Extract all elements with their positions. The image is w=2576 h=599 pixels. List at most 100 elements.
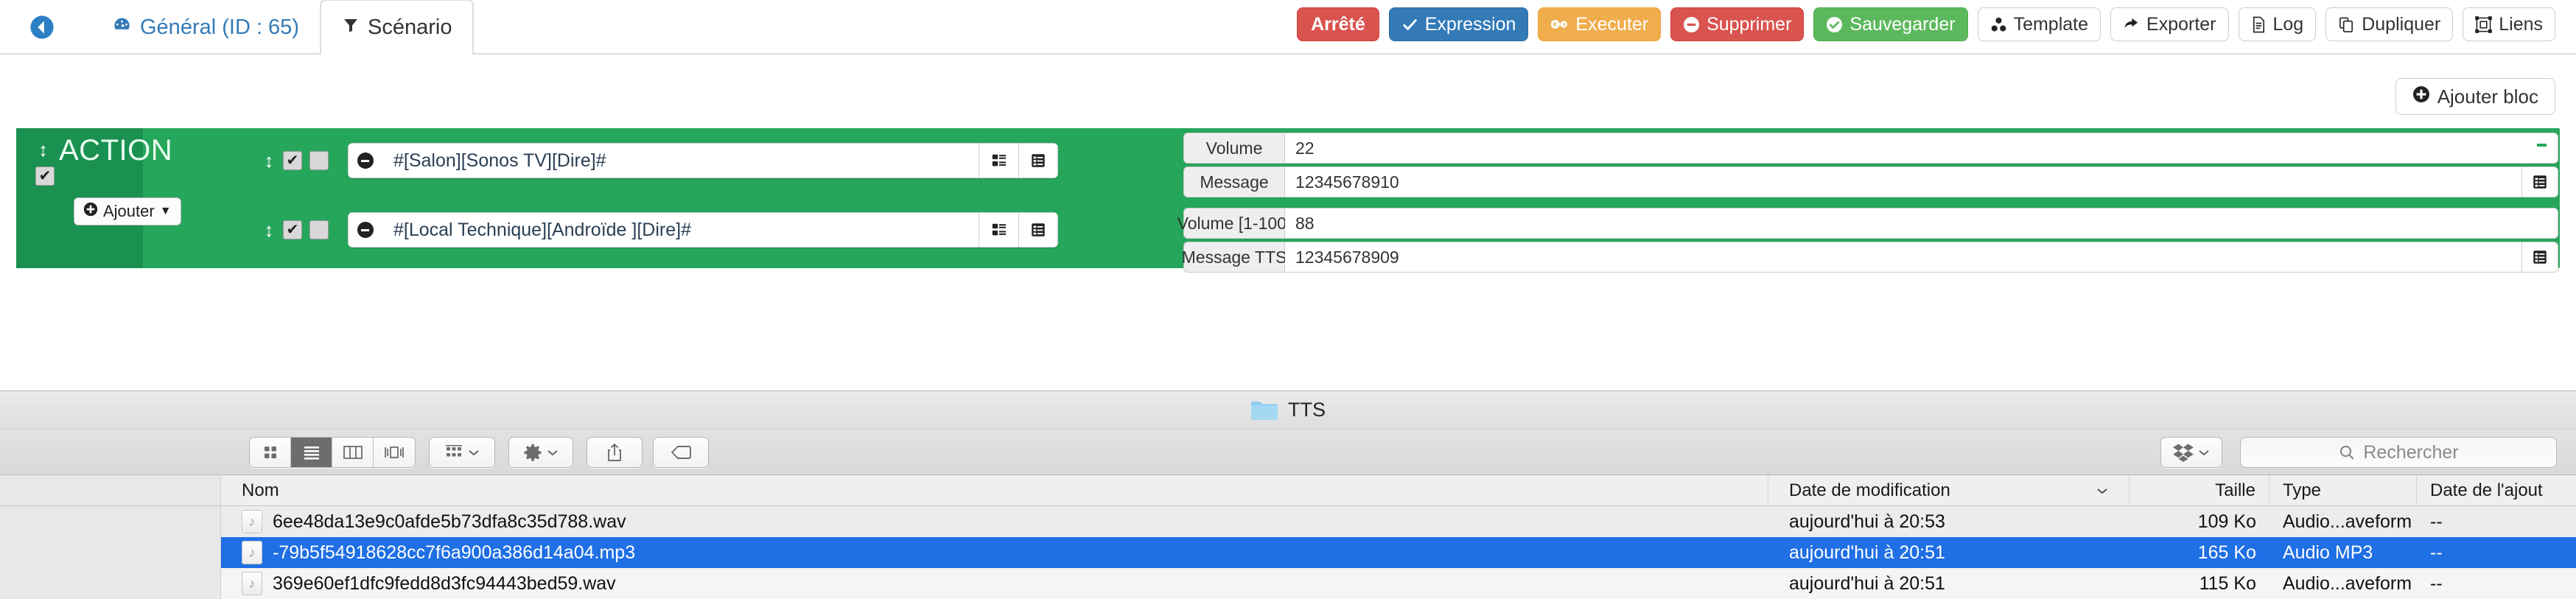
- links-button[interactable]: Liens: [2463, 7, 2555, 41]
- action-option-checkbox[interactable]: [309, 220, 329, 239]
- parameter-value-input[interactable]: 12345678909: [1285, 242, 2521, 273]
- row-gutter: [0, 537, 221, 568]
- tag-icon: [671, 446, 691, 459]
- file-modified: aujourd'hui à 20:51: [1789, 542, 1945, 563]
- column-header-size[interactable]: Taille: [2129, 474, 2269, 506]
- parameter-label: Message: [1183, 167, 1285, 197]
- tab-list: Général (ID : 65) Scénario: [29, 0, 475, 55]
- action-enable-checkbox[interactable]: ✔: [283, 220, 302, 239]
- status-badge-label: Arrêté: [1311, 13, 1365, 35]
- action-expression-input[interactable]: #[Salon][Sonos TV][Dire]#: [382, 143, 979, 178]
- row-gutter: [0, 506, 221, 537]
- chevron-down-icon: [469, 450, 479, 456]
- plus-circle-icon: [83, 202, 98, 221]
- action-option-checkbox[interactable]: [309, 151, 329, 170]
- action-remove-button[interactable]: [348, 143, 382, 178]
- grid-view-icon[interactable]: [250, 438, 291, 467]
- duplicate-button[interactable]: Dupliquer: [2325, 7, 2454, 41]
- table-row[interactable]: ♪ 6ee48da13e9c0afde5b73dfa8c35d788.wav a…: [0, 506, 2576, 537]
- action-parameters: Volume 22 Message 12345678910 Volume [1-…: [1177, 133, 2558, 279]
- template-button-label: Template: [2013, 13, 2089, 35]
- action-command-picker-button[interactable]: [979, 143, 1018, 178]
- file-name-cell: ♪ 369e60ef1dfc9fedd8d3fc94443bed59.wav: [221, 572, 1768, 595]
- file-modified: aujourd'hui à 20:51: [1789, 572, 1945, 594]
- column-header-type[interactable]: Type: [2269, 474, 2417, 506]
- expression-button-label: Expression: [1424, 13, 1516, 35]
- group-icon: [446, 445, 462, 457]
- column-header-added[interactable]: Date de l'ajout: [2417, 475, 2576, 506]
- export-button[interactable]: Exporter: [2110, 7, 2229, 41]
- file-name: 6ee48da13e9c0afde5b73dfa8c35d788.wav: [273, 511, 626, 532]
- action-command-picker-button[interactable]: [979, 212, 1018, 248]
- action-variable-picker-button[interactable]: [1018, 143, 1058, 178]
- expression-button[interactable]: Expression: [1388, 7, 1529, 41]
- cubes-icon: [1990, 16, 2007, 33]
- table-row[interactable]: ♪ -79b5f54918628cc7f6a900a386d14a04.mp3 …: [0, 537, 2576, 568]
- block-enable-checkbox[interactable]: ✔: [35, 167, 55, 186]
- block-drag-handle-icon[interactable]: ↕: [38, 139, 48, 161]
- search-icon: [2340, 445, 2355, 460]
- list-box-icon: [2533, 251, 2547, 264]
- file-name: -79b5f54918628cc7f6a900a386d14a04.mp3: [273, 542, 636, 563]
- block-add-action-button[interactable]: Ajouter ▼: [74, 197, 181, 225]
- delete-button[interactable]: Supprimer: [1670, 7, 1805, 41]
- execute-button-label: Executer: [1575, 13, 1649, 35]
- table-row[interactable]: ♪ 369e60ef1dfc9fedd8d3fc94443bed59.wav a…: [0, 568, 2576, 599]
- parameter-picker-button[interactable]: [2521, 242, 2558, 273]
- parameter-label: Volume: [1183, 133, 1285, 164]
- execute-button[interactable]: Executer: [1538, 7, 1662, 41]
- file-text-icon: [2251, 16, 2267, 33]
- action-enable-checkbox[interactable]: ✔: [283, 151, 302, 170]
- column-header-name[interactable]: Nom: [221, 474, 1768, 506]
- column-header-modified[interactable]: Date de modification: [1768, 474, 2129, 506]
- search-input[interactable]: Rechercher: [2240, 437, 2557, 468]
- minus-circle-icon: [1683, 16, 1700, 33]
- parameter-row-message: Message 12345678910: [1183, 167, 2558, 197]
- export-button-label: Exporter: [2146, 13, 2216, 35]
- folder-icon: [1250, 402, 1278, 420]
- finder-title-label: TTS: [1288, 399, 1326, 421]
- copy-icon: [2338, 16, 2355, 33]
- action-input-group: #[Local Technique][Androïde ][Dire]#: [348, 212, 1058, 248]
- column-view-icon[interactable]: [332, 438, 374, 467]
- save-button[interactable]: Sauvegarder: [1813, 7, 1968, 41]
- file-size: 115 Ko: [2199, 572, 2256, 594]
- parameter-picker-button[interactable]: [2521, 167, 2558, 197]
- parameter-value-input[interactable]: 22: [1285, 133, 2558, 164]
- tag-button[interactable]: [653, 437, 709, 468]
- file-size: 165 Ko: [2197, 542, 2256, 563]
- parameter-row-volume-range: Volume [1-100] 88: [1177, 208, 2558, 239]
- tab-general[interactable]: Général (ID : 65): [91, 0, 320, 55]
- links-button-label: Liens: [2499, 13, 2543, 35]
- view-mode-segmented-control: [249, 437, 416, 468]
- dropbox-button[interactable]: [2160, 437, 2222, 468]
- chevron-down-icon: [547, 450, 558, 456]
- back-arrow-icon[interactable]: [29, 15, 55, 40]
- list-view-icon[interactable]: [291, 438, 332, 467]
- group-by-button[interactable]: [429, 437, 495, 468]
- action-block-title: ACTION: [59, 134, 173, 167]
- tab-scenario[interactable]: Scénario: [319, 0, 475, 55]
- action-variable-picker-button[interactable]: [1018, 212, 1058, 248]
- add-block-button[interactable]: Ajouter bloc: [2395, 78, 2555, 115]
- audio-file-icon: ♪: [242, 541, 262, 564]
- action-drag-handle-icon[interactable]: ↕: [261, 150, 277, 172]
- share-button[interactable]: [587, 437, 643, 468]
- add-block-label: Ajouter bloc: [2437, 85, 2538, 108]
- parameter-value-input[interactable]: 12345678910: [1285, 167, 2521, 197]
- finder-titlebar: TTS: [0, 391, 2576, 430]
- action-remove-button[interactable]: [348, 212, 382, 248]
- file-type: Audio MP3: [2283, 542, 2373, 563]
- log-button[interactable]: Log: [2238, 7, 2317, 41]
- finder-actions-button[interactable]: [508, 437, 573, 468]
- parameter-value-input[interactable]: 88: [1285, 208, 2558, 239]
- block-add-action-label: Ajouter: [103, 202, 155, 220]
- gallery-view-icon[interactable]: [374, 438, 415, 467]
- file-added: --: [2430, 572, 2443, 594]
- template-button[interactable]: Template: [1977, 7, 2101, 41]
- action-expression-input[interactable]: #[Local Technique][Androïde ][Dire]#: [382, 212, 979, 248]
- block-remove-button[interactable]: [2532, 136, 2551, 155]
- command-list-icon: [992, 154, 1006, 167]
- action-drag-handle-icon[interactable]: ↕: [261, 219, 277, 242]
- search-placeholder: Rechercher: [2363, 441, 2459, 463]
